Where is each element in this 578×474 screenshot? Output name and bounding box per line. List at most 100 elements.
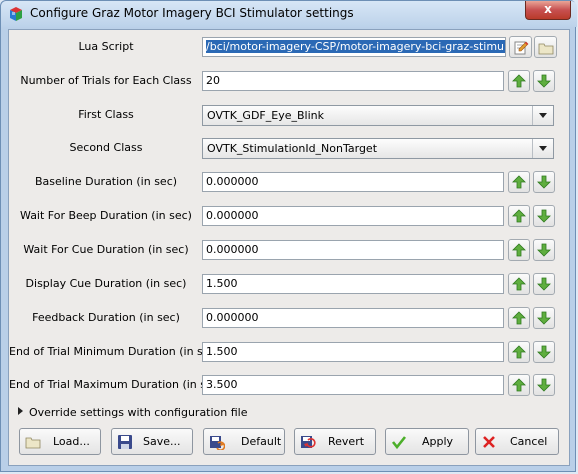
decrement-button[interactable] — [533, 307, 555, 329]
setting-row-trial-max: End of Trial Maximum Duration (in sec) 3… — [9, 374, 569, 398]
reset-default-icon — [210, 436, 225, 450]
setting-row-baseline: Baseline Duration (in sec) 0.000000 — [9, 171, 569, 195]
increment-button[interactable] — [508, 374, 530, 396]
setting-label: First Class — [78, 108, 134, 121]
decrement-button[interactable] — [533, 205, 555, 227]
increment-button[interactable] — [508, 239, 530, 261]
setting-label: Second Class — [69, 141, 143, 154]
decrement-button[interactable] — [533, 341, 555, 363]
app-cube-icon — [10, 7, 22, 21]
chevron-down-icon — [532, 106, 553, 125]
wait-cue-duration-input[interactable]: 0.000000 — [202, 240, 504, 260]
dropdown-value: OVTK_GDF_Eye_Blink — [207, 109, 324, 122]
cancel-label: Cancel — [510, 435, 548, 448]
title-bar[interactable]: Configure Graz Motor Imagery BCI Stimula… — [1, 1, 577, 27]
dialog-content: Lua Script /bci/motor-imagery-CSP/motor-… — [8, 29, 570, 466]
decrement-button[interactable] — [533, 70, 555, 92]
revert-button[interactable]: Revert — [294, 428, 376, 455]
folder-open-icon — [25, 437, 41, 449]
setting-label: End of Trial Maximum Duration (in sec) — [9, 378, 224, 391]
decrement-button[interactable] — [533, 171, 555, 193]
decrement-button[interactable] — [533, 374, 555, 396]
browse-file-button[interactable] — [534, 36, 557, 58]
arrow-up-icon — [512, 378, 526, 392]
increment-button[interactable] — [508, 70, 530, 92]
setting-label: Wait For Cue Duration (in sec) — [23, 243, 189, 256]
setting-label: Number of Trials for Each Class — [20, 74, 192, 87]
checkmark-icon — [391, 436, 407, 450]
setting-row-feedback: Feedback Duration (in sec) 0.000000 — [9, 307, 569, 331]
default-button[interactable]: Default — [203, 428, 285, 455]
setting-label: Display Cue Duration (in sec) — [25, 277, 187, 290]
arrow-down-icon — [537, 378, 551, 392]
setting-row-second-class: Second Class OVTK_StimulationId_NonTarge… — [9, 137, 569, 161]
second-class-dropdown[interactable]: OVTK_StimulationId_NonTarget — [202, 138, 554, 159]
load-label: Load... — [53, 435, 90, 448]
arrow-down-icon — [537, 345, 551, 359]
default-label: Default — [241, 435, 282, 448]
folder-icon — [538, 43, 554, 55]
setting-label: End of Trial Minimum Duration (in sec) — [9, 345, 220, 358]
expander-arrow-icon — [18, 407, 23, 415]
arrow-down-icon — [537, 243, 551, 257]
arrow-down-icon — [537, 277, 551, 291]
arrow-down-icon — [537, 311, 551, 325]
apply-button[interactable]: Apply — [385, 428, 469, 455]
override-label: Override settings with configuration fil… — [29, 406, 248, 419]
setting-row-wait-cue: Wait For Cue Duration (in sec) 0.000000 — [9, 239, 569, 263]
setting-label: Lua Script — [78, 40, 134, 53]
setting-label: Feedback Duration (in sec) — [32, 311, 180, 324]
arrow-up-icon — [512, 345, 526, 359]
floppy-disk-icon — [118, 435, 132, 449]
feedback-duration-input[interactable]: 0.000000 — [202, 308, 504, 328]
arrow-down-icon — [537, 175, 551, 189]
increment-button[interactable] — [508, 205, 530, 227]
setting-row-trials: Number of Trials for Each Class 20 — [9, 70, 569, 94]
arrow-down-icon — [537, 74, 551, 88]
revert-icon — [301, 436, 316, 448]
revert-label: Revert — [328, 435, 365, 448]
wait-beep-duration-input[interactable]: 0.000000 — [202, 206, 504, 226]
arrow-up-icon — [512, 209, 526, 223]
decrement-button[interactable] — [533, 239, 555, 261]
arrow-up-icon — [512, 74, 526, 88]
override-config-expander[interactable]: Override settings with configuration fil… — [18, 406, 248, 419]
edit-pencil-icon — [514, 41, 529, 55]
setting-row-display-cue: Display Cue Duration (in sec) 1.500 — [9, 273, 569, 297]
arrow-up-icon — [512, 175, 526, 189]
apply-label: Apply — [422, 435, 454, 448]
cancel-x-icon — [483, 436, 495, 448]
increment-button[interactable] — [508, 273, 530, 295]
first-class-dropdown[interactable]: OVTK_GDF_Eye_Blink — [202, 105, 554, 126]
decrement-button[interactable] — [533, 273, 555, 295]
trial-min-duration-input[interactable]: 1.500 — [202, 342, 504, 362]
trial-max-duration-input[interactable]: 3.500 — [202, 375, 504, 395]
cancel-button[interactable]: Cancel — [475, 428, 559, 455]
arrow-up-icon — [512, 277, 526, 291]
arrow-down-icon — [537, 209, 551, 223]
window-title: Configure Graz Motor Imagery BCI Stimula… — [30, 6, 354, 20]
increment-button[interactable] — [508, 171, 530, 193]
lua-script-input[interactable]: /bci/motor-imagery-CSP/motor-imagery-bci… — [202, 37, 506, 57]
close-button[interactable]: x — [525, 1, 571, 20]
settings-dialog: Configure Graz Motor Imagery BCI Stimula… — [0, 0, 577, 472]
display-cue-duration-input[interactable]: 1.500 — [202, 274, 504, 294]
increment-button[interactable] — [508, 307, 530, 329]
trials-input[interactable]: 20 — [202, 71, 504, 91]
setting-row-wait-beep: Wait For Beep Duration (in sec) 0.000000 — [9, 205, 569, 229]
load-button[interactable]: Load... — [19, 428, 101, 455]
setting-row-first-class: First Class OVTK_GDF_Eye_Blink — [9, 104, 569, 128]
arrow-up-icon — [512, 311, 526, 325]
save-button[interactable]: Save... — [111, 428, 193, 455]
setting-label: Baseline Duration (in sec) — [34, 175, 178, 188]
setting-label: Wait For Beep Duration (in sec) — [20, 209, 192, 222]
save-label: Save... — [143, 435, 181, 448]
increment-button[interactable] — [508, 341, 530, 363]
setting-row-lua-script: Lua Script /bci/motor-imagery-CSP/motor-… — [9, 36, 569, 60]
baseline-duration-input[interactable]: 0.000000 — [202, 172, 504, 192]
arrow-up-icon — [512, 243, 526, 257]
edit-script-button[interactable] — [509, 36, 532, 58]
chevron-down-icon — [532, 139, 553, 158]
setting-row-trial-min: End of Trial Minimum Duration (in sec) 1… — [9, 341, 569, 365]
dropdown-value: OVTK_StimulationId_NonTarget — [207, 142, 378, 155]
